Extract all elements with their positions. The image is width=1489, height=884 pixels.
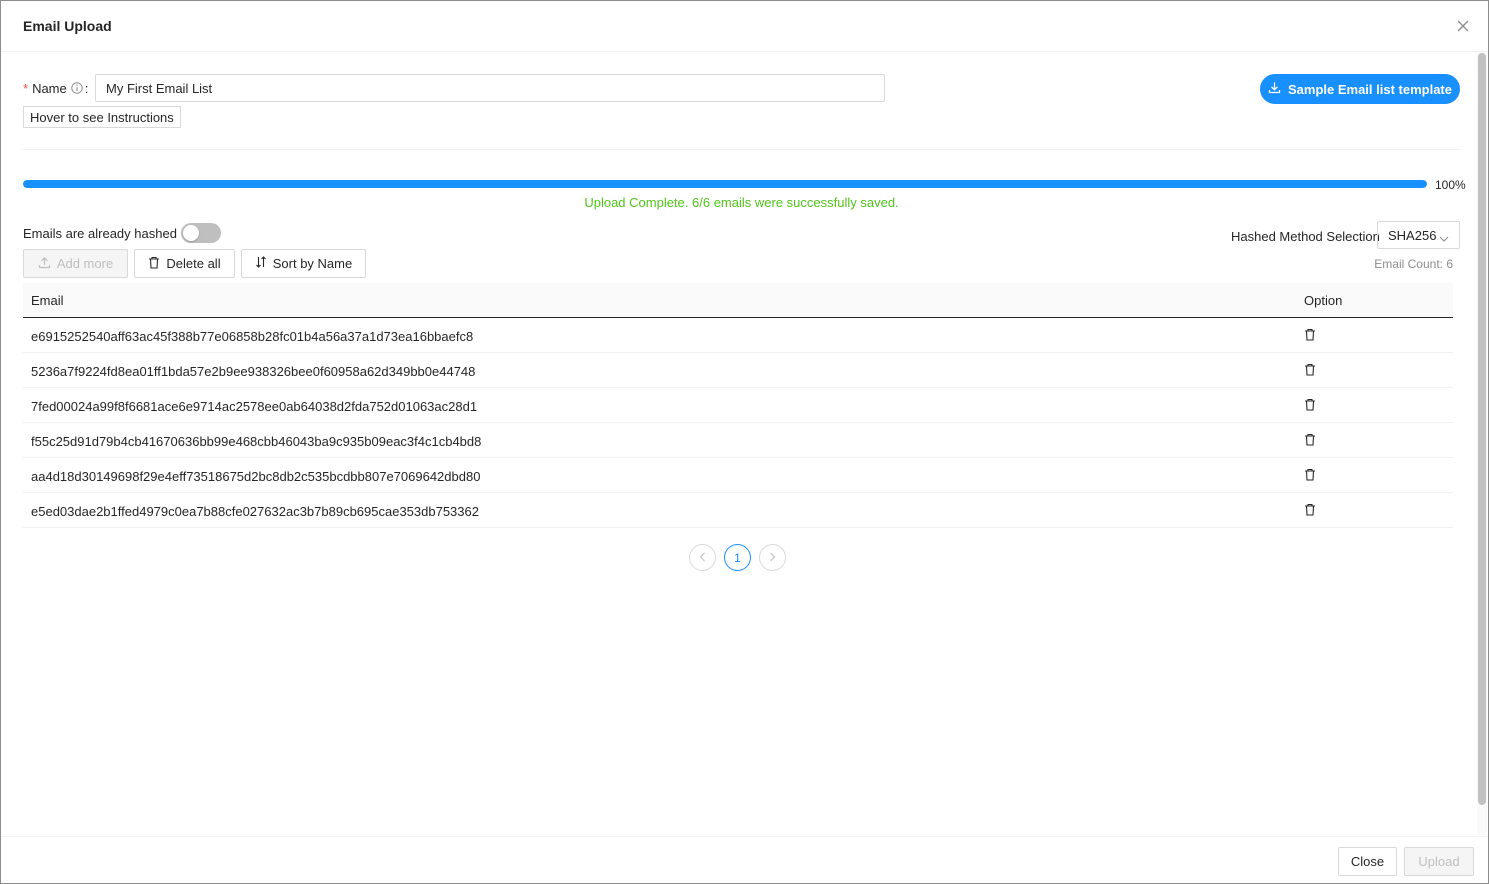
chevron-left-icon [699, 551, 706, 565]
required-mark: * [23, 80, 29, 96]
pagination-page-1[interactable]: 1 [724, 544, 751, 571]
trash-icon[interactable] [1304, 398, 1318, 412]
hashed-toggle-knob [182, 225, 199, 241]
hash-method-select[interactable]: SHA256 [1377, 221, 1460, 249]
email-cell: f55c25d91d79b4cb41670636bb99e468cbb46043… [31, 434, 482, 449]
email-cell: aa4d18d30149698f29e4eff73518675d2bc8db2c… [31, 469, 481, 484]
table-row: e6915252540aff63ac45f388b77e06858b28fc01… [23, 318, 1453, 353]
trash-icon[interactable] [1304, 433, 1318, 447]
info-circle-icon[interactable] [71, 82, 83, 94]
add-more-button[interactable]: Add more [23, 249, 128, 278]
download-icon [1268, 81, 1281, 97]
modal-header: Email Upload [1, 1, 1488, 52]
modal-footer [1, 836, 1488, 884]
email-cell: e5ed03dae2b1ffed4979c0ea7b88cfe027632ac3… [31, 504, 479, 519]
email-cell: e6915252540aff63ac45f388b77e06858b28fc01… [31, 329, 474, 344]
hash-method-label: Hashed Method Selection [1231, 229, 1380, 244]
trash-icon [148, 256, 160, 272]
scrollbar-thumb[interactable] [1478, 53, 1486, 805]
email-upload-modal: Email Upload * Name : Hover to see Instr… [0, 0, 1489, 884]
hashed-toggle-row: Emails are already hashed [23, 223, 221, 243]
pagination-next-button[interactable] [759, 544, 786, 571]
pagination-prev-button[interactable] [689, 544, 716, 571]
hover-instructions-button[interactable]: Hover to see Instructions [23, 106, 181, 128]
close-button[interactable]: Close [1338, 847, 1397, 876]
sort-by-name-button[interactable]: Sort by Name [241, 249, 366, 278]
sort-icon [255, 256, 267, 271]
delete-all-label: Delete all [166, 256, 221, 271]
email-cell: 7fed00024a99f8f6681ace6e9714ac2578ee0ab6… [31, 399, 478, 414]
sample-template-button[interactable]: Sample Email list template [1260, 74, 1460, 104]
trash-icon[interactable] [1304, 328, 1318, 342]
email-table: Email Option e6915252540aff63ac45f388b77… [23, 283, 1453, 528]
hashed-toggle-switch[interactable] [180, 223, 221, 243]
name-colon: : [84, 80, 89, 96]
close-icon[interactable] [1456, 19, 1470, 33]
email-cell: 5236a7f9224fd8ea01ff1bda57e2b9ee938326be… [31, 364, 476, 379]
name-input[interactable] [95, 74, 885, 102]
column-header-email: Email [31, 293, 64, 308]
table-row: 5236a7f9224fd8ea01ff1bda57e2b9ee938326be… [23, 353, 1453, 388]
trash-icon[interactable] [1304, 363, 1318, 377]
add-more-label: Add more [56, 256, 114, 271]
table-row: f55c25d91d79b4cb41670636bb99e468cbb46043… [23, 423, 1453, 458]
table-row: aa4d18d30149698f29e4eff73518675d2bc8db2c… [23, 458, 1453, 493]
name-label: Name [32, 80, 67, 96]
email-count: Email Count: 6 [1374, 257, 1453, 271]
modal-title: Email Upload [23, 18, 112, 34]
upload-button[interactable]: Upload [1404, 847, 1474, 876]
sample-template-label: Sample Email list template [1287, 81, 1452, 97]
hashed-toggle-label: Emails are already hashed [23, 225, 177, 241]
trash-icon[interactable] [1304, 503, 1318, 517]
name-label-row: * Name : [23, 74, 94, 102]
upload-progress-bar [23, 180, 1427, 188]
chevron-right-icon [769, 551, 776, 565]
hash-method-value: SHA256 [1388, 227, 1437, 243]
table-row: e5ed03dae2b1ffed4979c0ea7b88cfe027632ac3… [23, 493, 1453, 528]
trash-icon[interactable] [1304, 468, 1318, 482]
delete-all-button[interactable]: Delete all [134, 249, 235, 278]
upload-icon [38, 256, 51, 272]
table-row: 7fed00024a99f8f6681ace6e9714ac2578ee0ab6… [23, 388, 1453, 423]
pagination: 1 [689, 544, 786, 571]
section-divider [23, 149, 1460, 150]
table-header: Email Option [23, 283, 1453, 318]
column-header-option: Option [1304, 293, 1343, 308]
upload-progress-percent: 100% [1435, 178, 1466, 192]
upload-status-text: Upload Complete. 6/6 emails were success… [584, 195, 899, 210]
sort-by-name-label: Sort by Name [272, 256, 353, 271]
upload-progress-fill [23, 180, 1427, 188]
chevron-down-icon [1439, 231, 1449, 246]
